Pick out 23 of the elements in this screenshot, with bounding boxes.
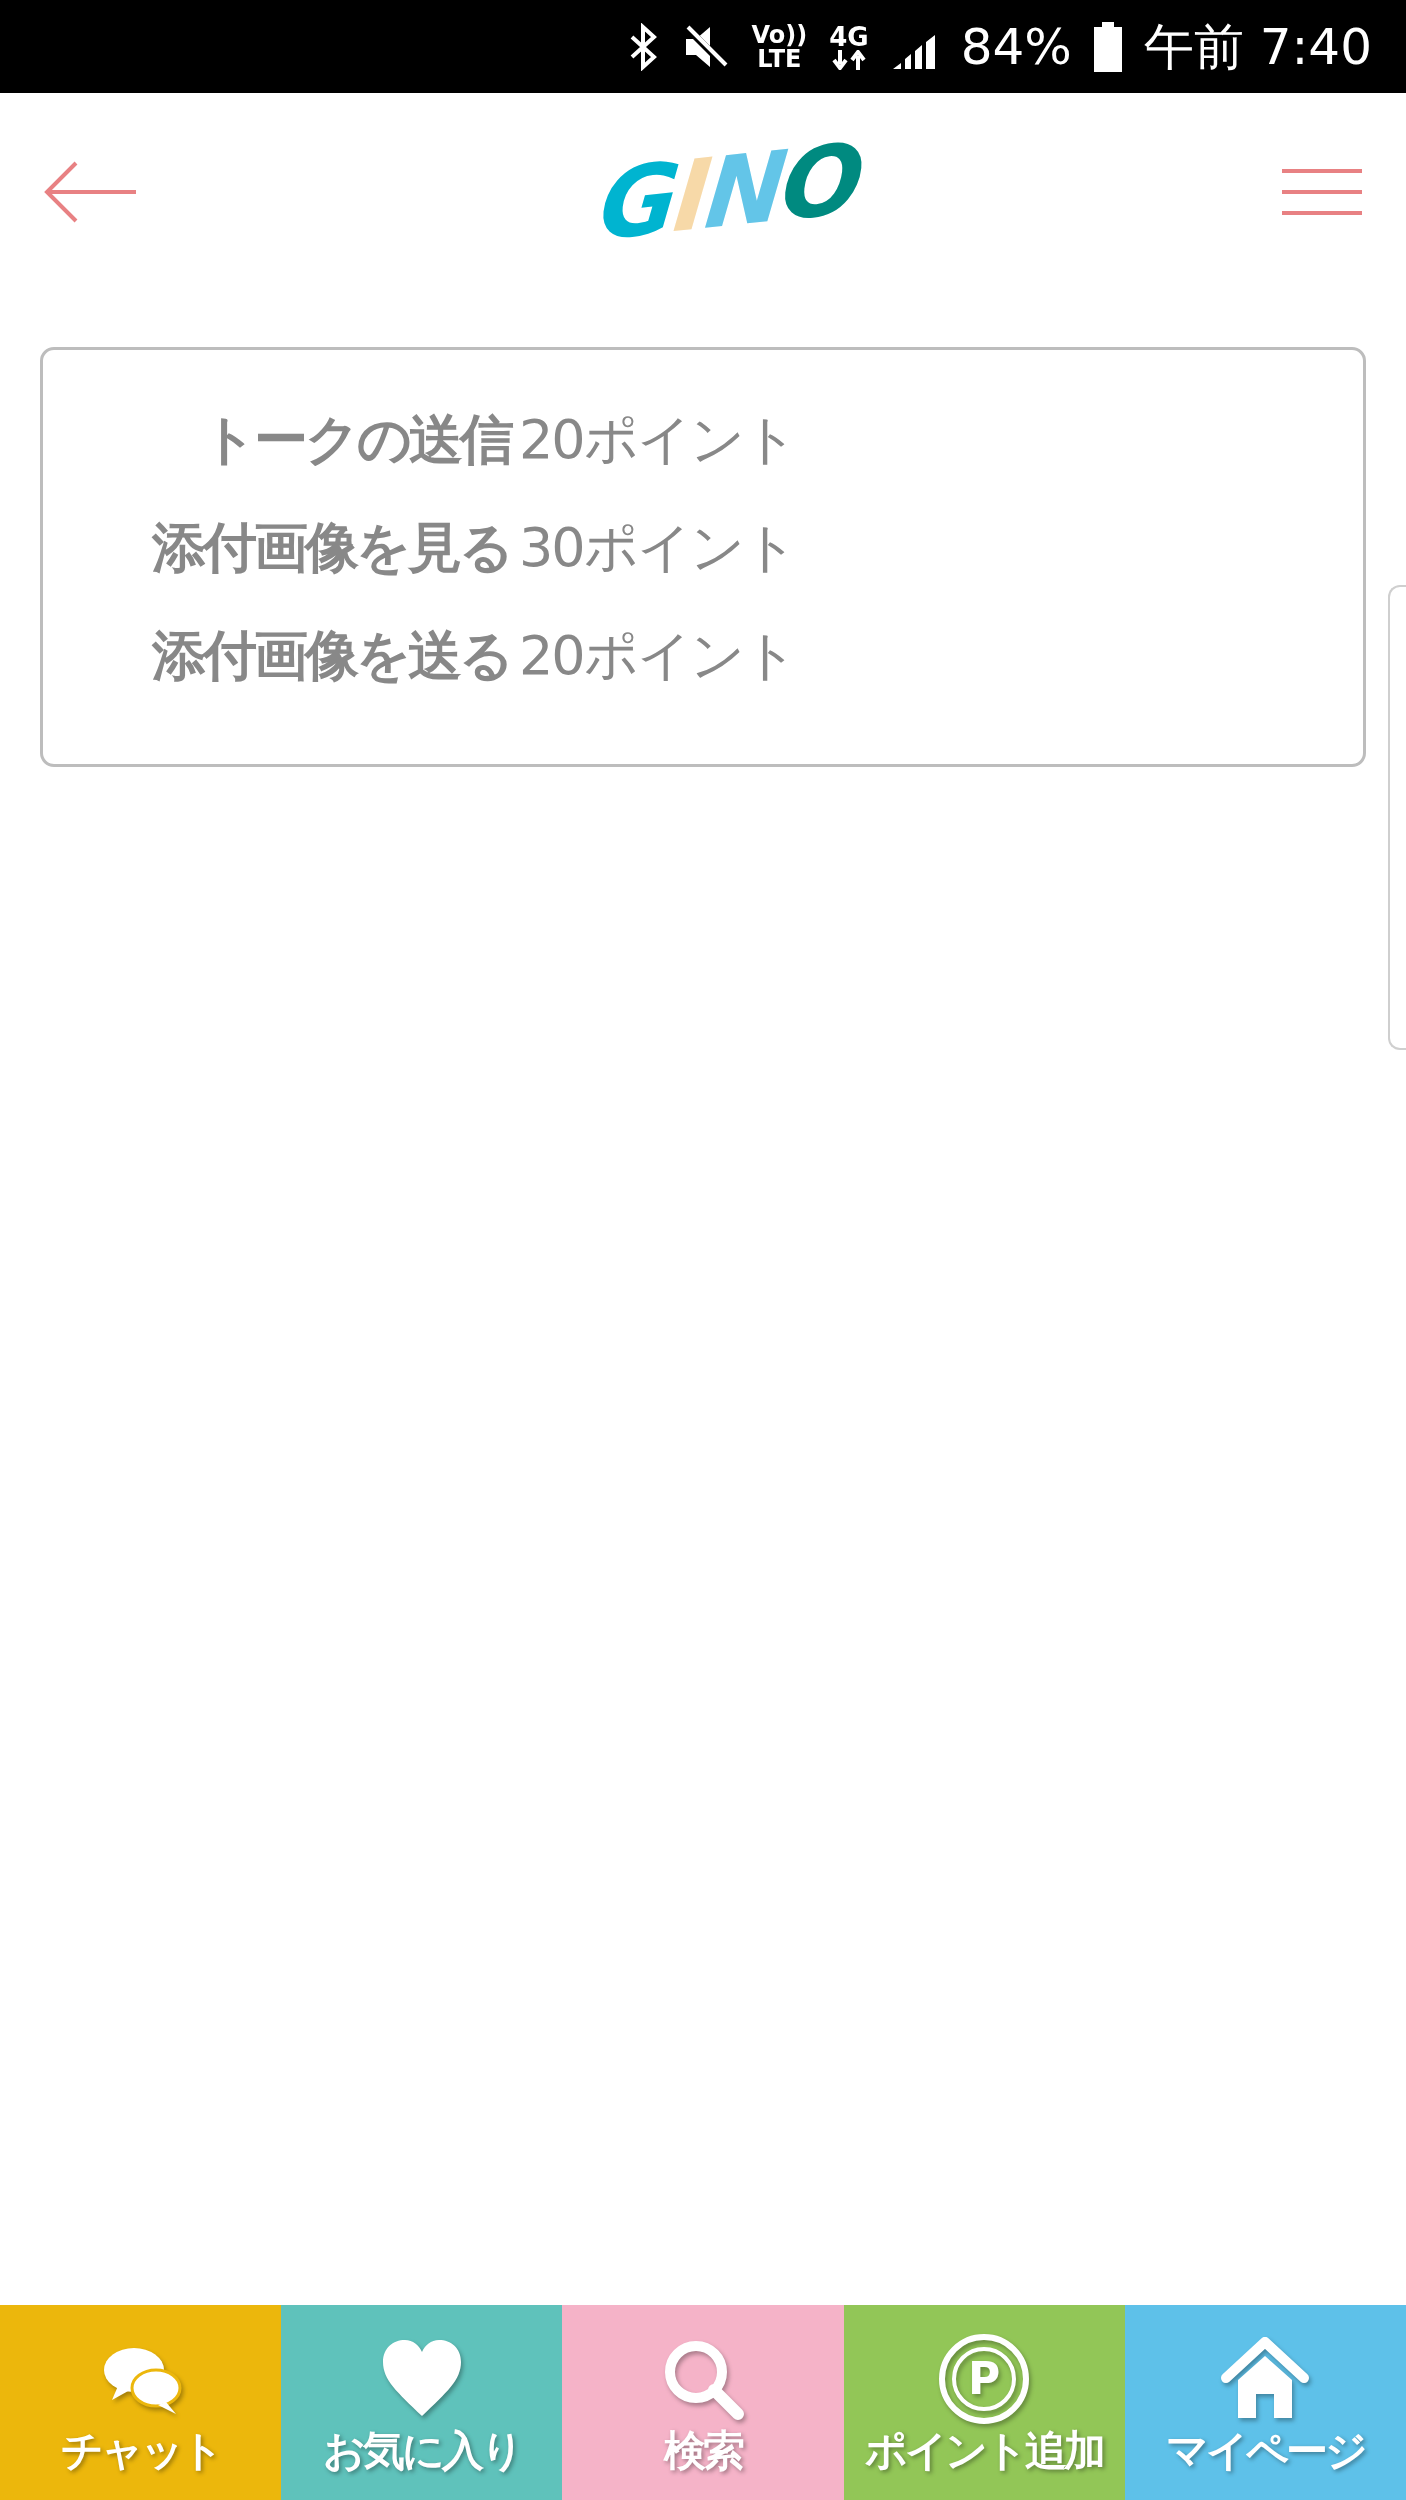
point-cost: 20ポイント <box>519 623 796 689</box>
point-cost: 30ポイント <box>519 515 796 581</box>
nav-tab[interactable]: マイページ <box>1124 2305 1406 2500</box>
battery-percent: 84% <box>960 21 1072 72</box>
lte-label: LTE <box>757 46 802 71</box>
nav-tab[interactable]: P ポイント追加 <box>843 2305 1125 2500</box>
battery-icon <box>1093 21 1122 72</box>
action-label: 添付画像を見る <box>150 515 511 581</box>
action-label: トークの送信 <box>201 407 511 473</box>
point-cost: 20ポイント <box>519 407 796 473</box>
volte-label: Vo)) <box>751 22 808 47</box>
network-label: 4G <box>829 23 869 50</box>
menu-icon[interactable] <box>1282 167 1362 216</box>
edge-handle[interactable] <box>1388 585 1406 1050</box>
data-arrows-icon <box>831 49 866 70</box>
back-arrow-icon[interactable] <box>44 160 138 223</box>
nav-tab[interactable]: お気に入り <box>281 2305 563 2500</box>
clock: 午前 7:40 <box>1143 21 1372 72</box>
action-label: 添付画像を送る <box>150 623 511 689</box>
nav-tab[interactable]: 検索 <box>562 2305 844 2500</box>
gino-logo[interactable]: G I N O <box>595 129 865 254</box>
points-coin-icon: P <box>939 2333 1030 2424</box>
nav-tab[interactable]: チャット <box>0 2305 282 2500</box>
